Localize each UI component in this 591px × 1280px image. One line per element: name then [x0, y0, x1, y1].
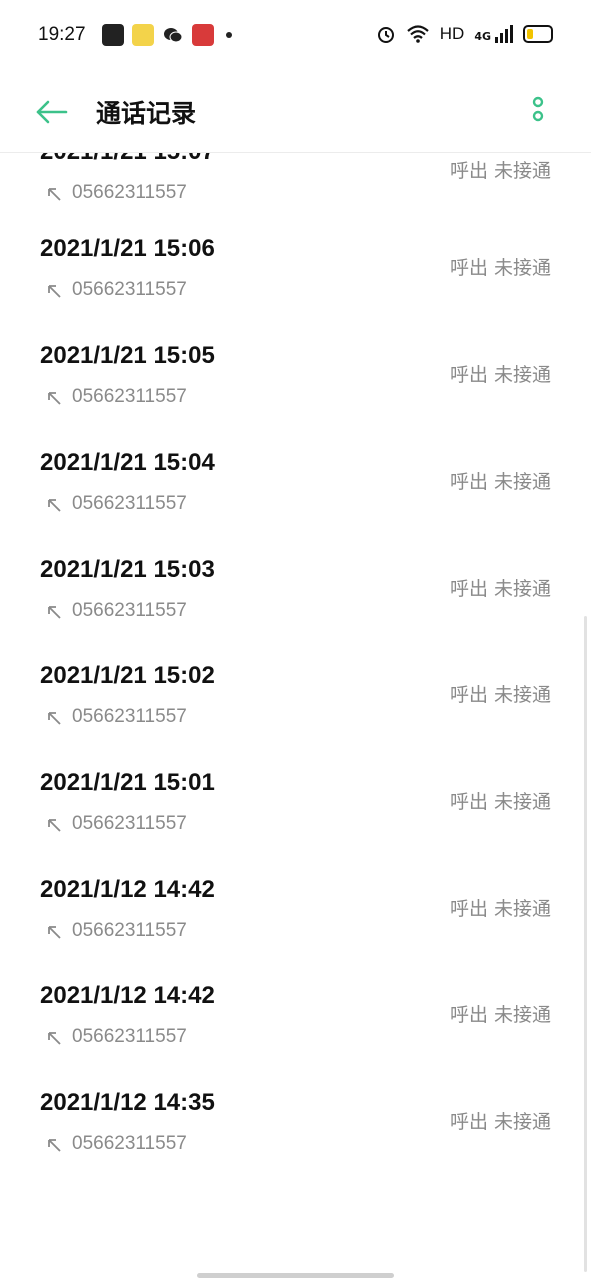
call-datetime: 2021/1/21 15:05 [40, 342, 215, 369]
notification-icons [102, 24, 232, 46]
status-indicators: HD 4G [376, 24, 553, 44]
wifi-icon [407, 25, 429, 43]
alarm-icon [377, 27, 394, 43]
wechat-icon [162, 24, 184, 46]
page-title: 通话记录 [96, 99, 197, 128]
scrollbar[interactable] [584, 616, 587, 1272]
call-number: 05662311557 [72, 600, 187, 621]
call-number: 05662311557 [72, 920, 187, 941]
call-status: 呼出 未接通 [449, 578, 551, 600]
call-log-row[interactable]: 2021/1/12 14:42 05662311557 呼出 未接通 [0, 982, 591, 1088]
call-status: 呼出 未接通 [449, 257, 551, 279]
app-bar: 通话记录 [0, 72, 591, 153]
outgoing-call-icon [48, 926, 61, 939]
outgoing-call-icon [48, 1139, 61, 1152]
call-datetime: 2021/1/21 15:01 [40, 769, 215, 796]
call-status: 呼出 未接通 [449, 898, 551, 920]
home-indicator[interactable] [197, 1273, 394, 1278]
call-datetime: 2021/1/21 15:06 [40, 235, 215, 262]
status-bar: 19:27 HD 4G [0, 0, 591, 72]
battery-icon [523, 25, 553, 43]
outgoing-call-icon [48, 1032, 61, 1045]
call-number: 05662311557 [72, 1133, 187, 1154]
call-log-row[interactable]: 2021/1/21 15:04 05662311557 呼出 未接通 [0, 449, 591, 555]
call-number: 05662311557 [72, 813, 187, 834]
call-datetime: 2021/1/21 15:07 [40, 152, 215, 166]
call-log-row[interactable]: 2021/1/21 15:01 05662311557 呼出 未接通 [0, 769, 591, 875]
call-log-row[interactable]: 2021/1/21 15:02 05662311557 呼出 未接通 [0, 662, 591, 768]
call-datetime: 2021/1/12 14:42 [40, 982, 215, 1009]
outgoing-call-icon [48, 188, 61, 201]
call-number: 05662311557 [72, 1026, 187, 1047]
call-number: 05662311557 [72, 182, 187, 203]
call-number: 05662311557 [72, 386, 187, 407]
cellular-signal-icon: 4G [474, 25, 513, 43]
more-options-button[interactable] [526, 96, 550, 128]
call-status: 呼出 未接通 [449, 471, 551, 493]
call-number: 05662311557 [72, 706, 187, 727]
call-log-row[interactable]: 2021/1/21 15:06 05662311557 呼出 未接通 [0, 235, 591, 341]
call-log-row[interactable]: 2021/1/21 15:07 05662311557 呼出 未接通 [0, 152, 591, 244]
outgoing-call-icon [48, 285, 61, 298]
signal-label: 4G [474, 30, 491, 43]
cartoon-app-icon [132, 24, 154, 46]
more-vertical-icon [532, 96, 544, 122]
call-status: 呼出 未接通 [449, 160, 551, 182]
red-app-icon [192, 24, 214, 46]
outgoing-call-icon [48, 499, 61, 512]
call-number: 05662311557 [72, 493, 187, 514]
outgoing-call-icon [48, 819, 61, 832]
back-button[interactable] [34, 94, 70, 130]
outgoing-call-icon [48, 392, 61, 405]
call-status: 呼出 未接通 [449, 1111, 551, 1133]
call-status: 呼出 未接通 [449, 1004, 551, 1026]
call-number: 05662311557 [72, 279, 187, 300]
call-log-list[interactable]: 2021/1/21 15:07 05662311557 呼出 未接通 2021/… [0, 152, 591, 1280]
call-datetime: 2021/1/12 14:35 [40, 1089, 215, 1116]
call-datetime: 2021/1/21 15:04 [40, 449, 215, 476]
call-datetime: 2021/1/21 15:03 [40, 556, 215, 583]
outgoing-call-icon [48, 606, 61, 619]
call-status: 呼出 未接通 [449, 791, 551, 813]
call-status: 呼出 未接通 [449, 364, 551, 386]
outgoing-call-icon [48, 712, 61, 725]
more-notifications-dot [226, 32, 232, 38]
call-status: 呼出 未接通 [449, 684, 551, 706]
network-label: HD [439, 24, 465, 43]
call-log-row[interactable]: 2021/1/12 14:42 05662311557 呼出 未接通 [0, 876, 591, 982]
call-log-row[interactable]: 2021/1/12 14:35 05662311557 呼出 未接通 [0, 1089, 591, 1195]
status-time: 19:27 [38, 24, 86, 45]
call-datetime: 2021/1/12 14:42 [40, 876, 215, 903]
call-log-row[interactable]: 2021/1/21 15:03 05662311557 呼出 未接通 [0, 556, 591, 662]
soul-app-icon [102, 24, 124, 46]
call-log-row[interactable]: 2021/1/21 15:05 05662311557 呼出 未接通 [0, 342, 591, 448]
back-arrow-icon [36, 100, 68, 124]
call-datetime: 2021/1/21 15:02 [40, 662, 215, 689]
